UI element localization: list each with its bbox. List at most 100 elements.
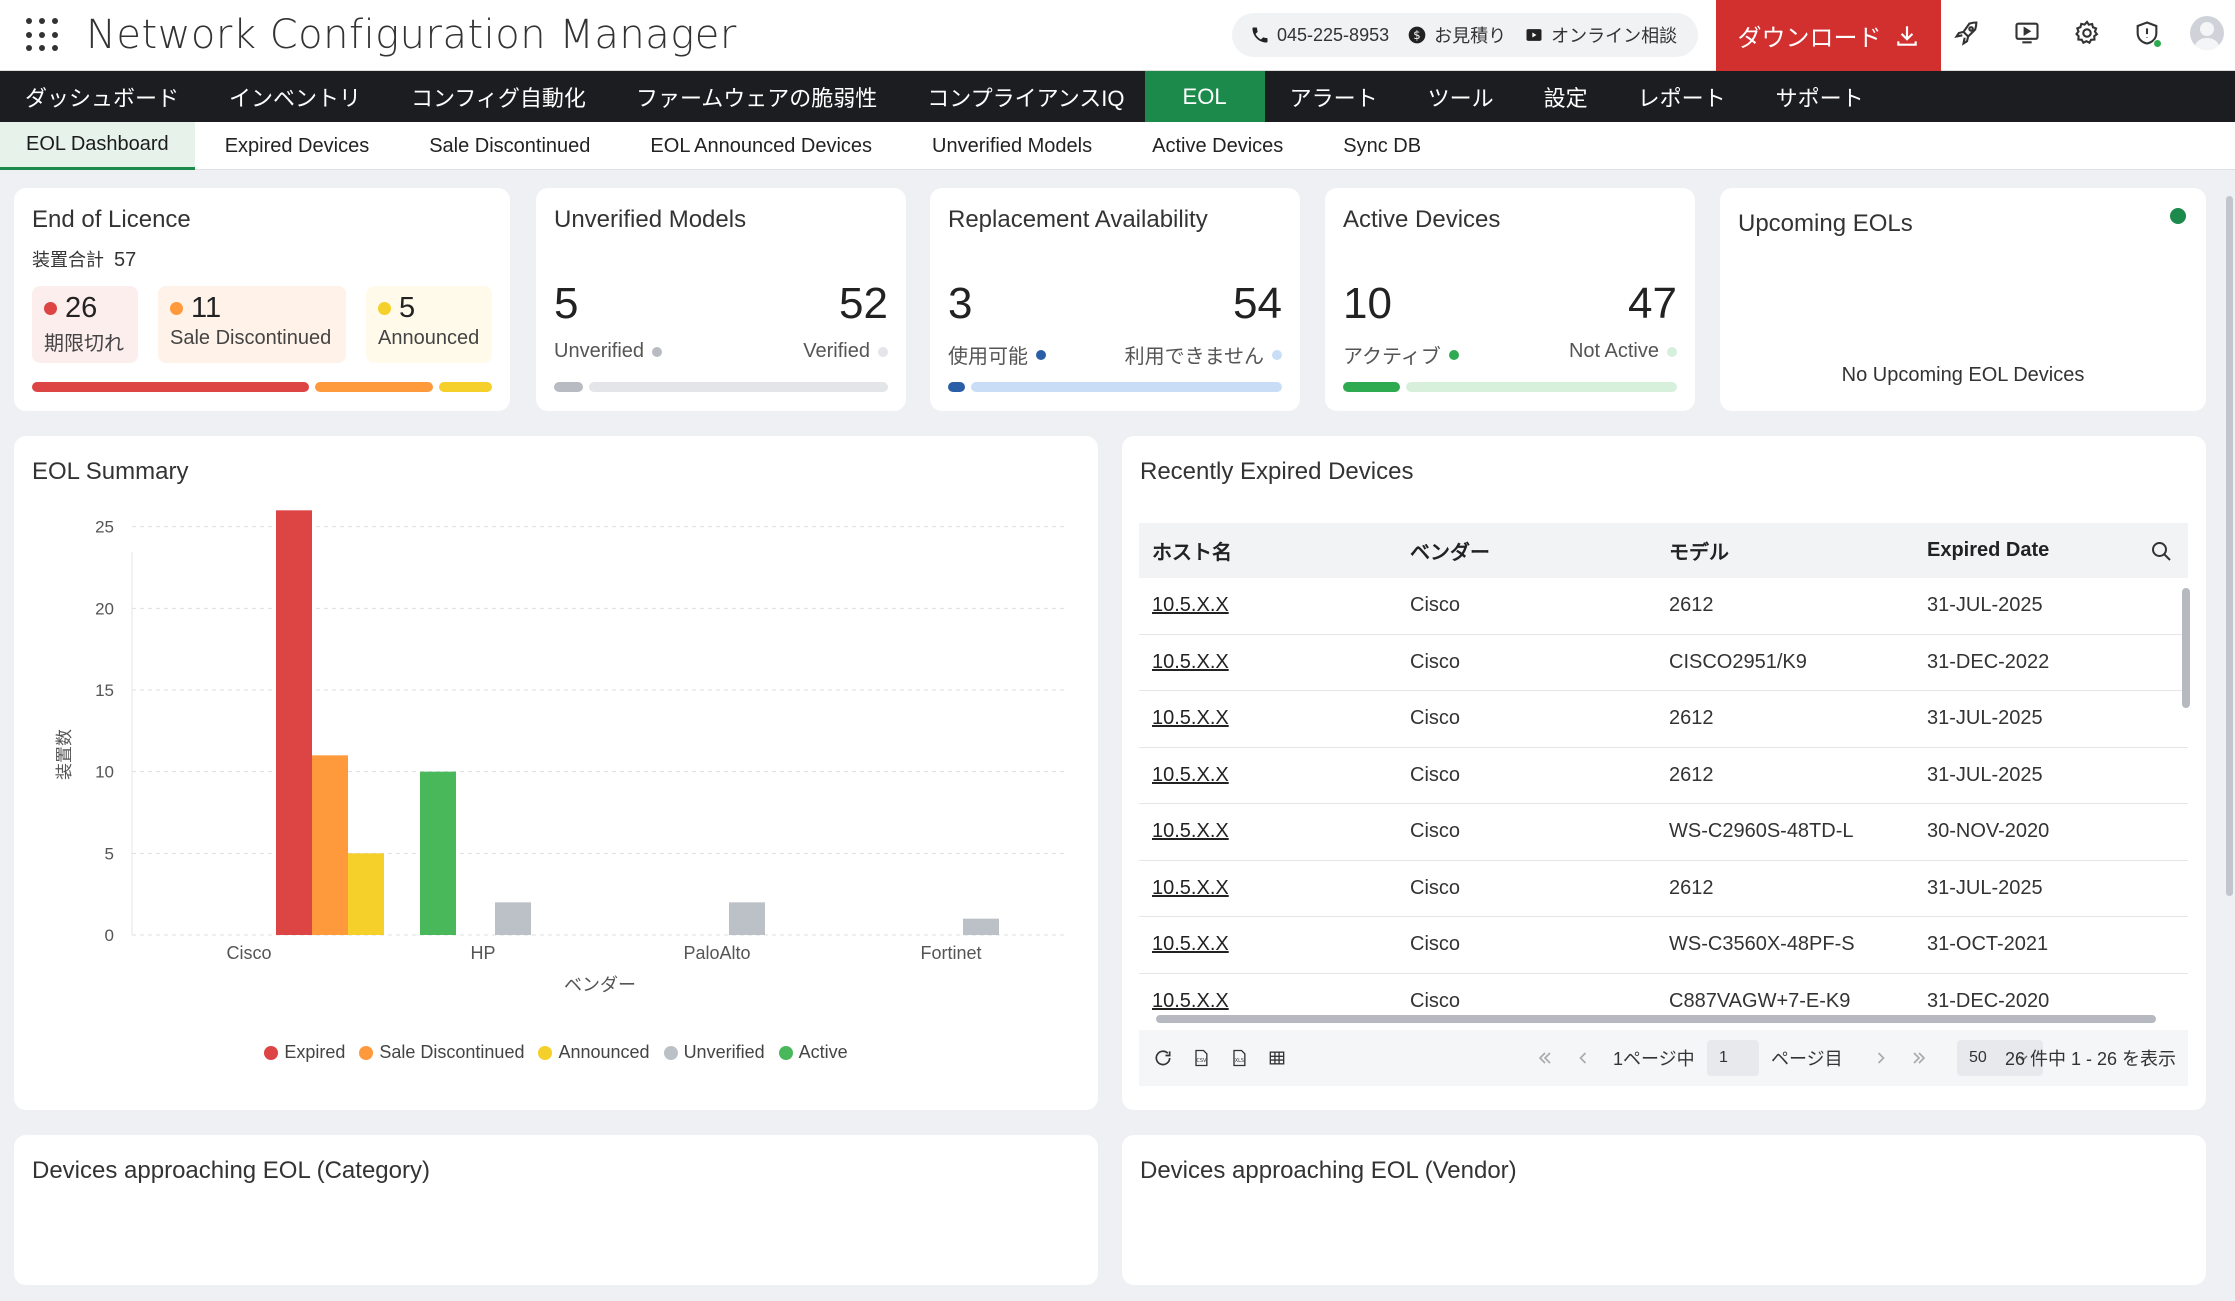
table-row[interactable]: 10.5.X.X Cisco WS-C3560X-48PF-S 31-OCT-2021 [1139, 917, 2188, 974]
online-status-dot [2153, 39, 2162, 48]
host-link[interactable]: 10.5.X.X [1152, 933, 1229, 956]
app-title: Network Configuration Manager [86, 12, 737, 58]
svg-text:XLS: XLS [1235, 1058, 1244, 1064]
unverified-bar [554, 382, 583, 392]
table-row[interactable]: 10.5.X.X Cisco 2612 31-JUL-2025 [1139, 691, 2188, 748]
x-axis-title: ベンダー [564, 975, 636, 996]
nav-item-4[interactable]: コンプライアンスIQ [902, 71, 1149, 122]
subnav-tab-5[interactable]: Active Devices [1122, 122, 1313, 170]
table-row[interactable]: 10.5.X.X Cisco 2612 31-JUL-2025 [1139, 861, 2188, 917]
nav-item-5[interactable]: EOL [1144, 71, 1265, 122]
subnav-tab-6[interactable]: Sync DB [1313, 122, 1451, 170]
recently-expired-table: ホスト名 ベンダー モデル Expired Date 10.5.X.X Cisco 261… [1139, 523, 2188, 1018]
host-link[interactable]: 10.5.X.X [1152, 594, 1229, 617]
announced-chip[interactable]: 5 Announced [366, 286, 492, 363]
subnav-tab-4[interactable]: Unverified Models [902, 122, 1122, 170]
host-link[interactable]: 10.5.X.X [1152, 651, 1229, 674]
legend-swatch [538, 1045, 553, 1060]
nav-item-7[interactable]: ツール [1403, 71, 1519, 122]
column-chooser-button[interactable] [1267, 1048, 1287, 1068]
subnav-tab-3[interactable]: EOL Announced Devices [620, 122, 902, 170]
expired-chip[interactable]: 26 期限切れ [32, 286, 138, 363]
column-header-3[interactable]: Expired Date [1927, 539, 2049, 562]
phone-link[interactable]: 045-225-8953 [1250, 25, 1389, 46]
legend-item-0[interactable]: Expired [264, 1042, 345, 1063]
nav-item-9[interactable]: レポート [1613, 71, 1751, 122]
table-cell: CISCO2951/K9 [1669, 650, 1807, 673]
quote-link[interactable]: $ お見積り [1407, 22, 1506, 48]
app-grid-icon[interactable] [26, 18, 60, 52]
nav-item-8[interactable]: 設定 [1519, 71, 1613, 122]
sale-discontinued-chip[interactable]: 11 Sale Discontinued [158, 286, 346, 363]
table-cell: WS-C2960S-48TD-L [1669, 820, 1854, 843]
rocket-button[interactable] [1950, 16, 1984, 50]
x-tick-label: HP [470, 943, 495, 963]
chevron-left-icon [1579, 1052, 1587, 1064]
bar-0-4 [420, 771, 456, 935]
contact-pill: 045-225-8953 $ お見積り オンライン相談 [1232, 13, 1698, 57]
table-row[interactable]: 10.5.X.X Cisco 2612 31-JUL-2025 [1139, 748, 2188, 804]
table-horizontal-scrollbar[interactable] [1156, 1015, 2156, 1023]
records-summary: 26 件中 1 - 26 を表示 [2004, 1049, 2176, 1069]
table-row[interactable]: 10.5.X.X Cisco WS-C2960S-48TD-L 30-NOV-2020 [1139, 804, 2188, 861]
legend-swatch [778, 1045, 793, 1060]
download-button[interactable]: ダウンロード [1716, 0, 1941, 71]
table-columns-icon [1269, 1051, 1285, 1065]
legend-item-4[interactable]: Active [778, 1042, 848, 1063]
chart-legend: Expired Sale Discontinued Announced Unverif… [14, 1042, 1098, 1063]
nav-item-1[interactable]: インベントリ [204, 71, 386, 122]
nav-item-10[interactable]: サポート [1751, 71, 1889, 122]
page-vertical-scrollbar[interactable] [2226, 196, 2233, 896]
refresh-button[interactable] [1153, 1048, 1173, 1068]
table-row[interactable]: 10.5.X.X Cisco C887VAGW+7-E-K9 31-DEC-2020 [1139, 974, 2188, 1019]
subnav-tab-1[interactable]: Expired Devices [195, 122, 400, 170]
legend-item-2[interactable]: Announced [538, 1042, 650, 1063]
unverified-models-title: Unverified Models [554, 206, 747, 233]
page-number-input[interactable]: 1 [1707, 1040, 1759, 1076]
table-cell: 31-JUL-2025 [1927, 594, 2043, 617]
bar-0-0 [276, 510, 312, 935]
sale-discontinued-count: 11 [191, 292, 222, 324]
security-alert-button[interactable] [2130, 16, 2164, 50]
host-link[interactable]: 10.5.X.X [1152, 820, 1229, 843]
column-header-0[interactable]: ホスト名 [1152, 536, 1232, 565]
host-link[interactable]: 10.5.X.X [1152, 707, 1229, 730]
nav-item-2[interactable]: コンフィグ自動化 [386, 71, 611, 122]
first-page-button[interactable] [1535, 1048, 1555, 1068]
table-cell: Cisco [1410, 707, 1461, 730]
export-csv-button[interactable]: CSV [1191, 1048, 1211, 1068]
export-xls-button[interactable]: XLS [1229, 1048, 1249, 1068]
host-link[interactable]: 10.5.X.X [1152, 877, 1229, 900]
subnav-tab-2[interactable]: Sale Discontinued [399, 122, 620, 170]
table-row[interactable]: 10.5.X.X Cisco CISCO2951/K9 31-DEC-2022 [1139, 635, 2188, 691]
expired-label: 期限切れ [44, 333, 124, 355]
legend-item-3[interactable]: Unverified [663, 1042, 765, 1063]
online-consult-link[interactable]: オンライン相談 [1524, 22, 1677, 48]
not-active-count: 47 [1628, 279, 1677, 328]
host-link[interactable]: 10.5.X.X [1152, 990, 1229, 1013]
settings-button[interactable] [2070, 16, 2104, 50]
legend-label: Unverified [683, 1042, 765, 1062]
table-cell: Cisco [1410, 650, 1461, 673]
host-link[interactable]: 10.5.X.X [1152, 764, 1229, 787]
user-avatar[interactable] [2190, 16, 2224, 50]
nav-item-6[interactable]: アラート [1265, 71, 1403, 122]
licence-total-value: 57 [114, 249, 137, 271]
video-tutorial-button[interactable] [2010, 16, 2044, 50]
bar-2-3 [729, 902, 765, 935]
table-vertical-scrollbar[interactable] [2182, 588, 2190, 708]
y-tick-label: 25 [95, 518, 114, 537]
subnav-tab-0[interactable]: EOL Dashboard [0, 122, 195, 170]
last-page-button[interactable] [1909, 1048, 1929, 1068]
active-devices-card: Active Devices 10 47 アクティブ Not Active [1325, 188, 1695, 411]
column-header-1[interactable]: ベンダー [1410, 536, 1490, 565]
previous-page-button[interactable] [1573, 1048, 1593, 1068]
table-search-icon[interactable] [2149, 539, 2173, 563]
upcoming-eols-title: Upcoming EOLs [1738, 210, 1913, 237]
table-row[interactable]: 10.5.X.X Cisco 2612 31-JUL-2025 [1139, 578, 2188, 635]
legend-item-1[interactable]: Sale Discontinued [359, 1042, 524, 1063]
nav-item-0[interactable]: ダッシュボード [0, 71, 204, 122]
next-page-button[interactable] [1871, 1048, 1891, 1068]
column-header-2[interactable]: モデル [1669, 536, 1729, 565]
nav-item-3[interactable]: ファームウェアの脆弱性 [611, 71, 902, 122]
